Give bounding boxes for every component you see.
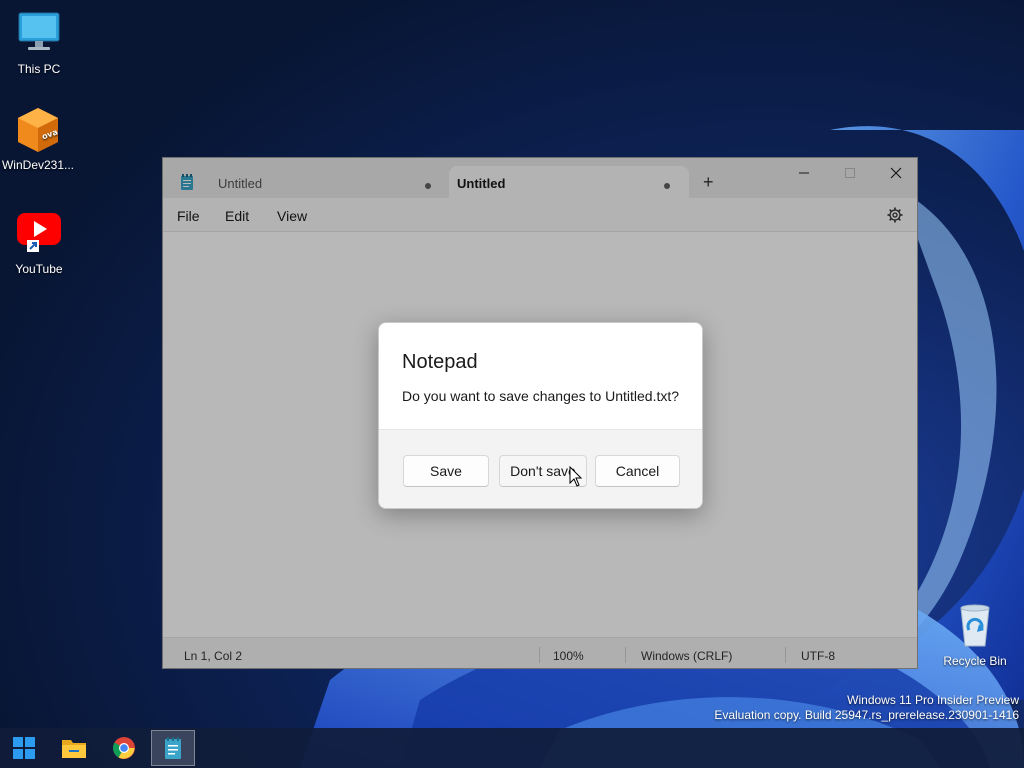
desktop-icon-youtube[interactable]: YouTube [1,210,77,276]
cancel-button[interactable]: Cancel [595,455,680,487]
notepad-icon [165,737,181,759]
start-button[interactable] [2,730,46,766]
taskbar [0,728,1024,768]
desktop-icon-label: Recycle Bin [943,654,1007,668]
desktop-icon-windev[interactable]: ova WinDev231... [0,106,76,172]
taskbar-file-explorer[interactable] [52,730,96,766]
dialog-message: Do you want to save changes to Untitled.… [402,388,680,404]
desktop-icon-this-pc[interactable]: This PC [1,10,77,76]
save-button[interactable]: Save [403,455,489,487]
taskbar-chrome[interactable] [102,730,146,766]
watermark-build: Evaluation copy. Build 25947.rs_prerelea… [714,708,1019,722]
monitor-icon [15,10,63,58]
desktop-icon-label: YouTube [15,262,63,276]
watermark-edition: Windows 11 Pro Insider Preview [847,693,1019,707]
file-explorer-icon [62,740,86,758]
save-changes-dialog: Notepad Do you want to save changes to U… [378,322,703,509]
dialog-button-bar: Save Don't save Cancel [379,429,702,508]
recycle-bin-icon [951,602,999,650]
chrome-icon [113,737,135,759]
desktop-icon-label: This PC [17,62,61,76]
start-icon [13,737,35,759]
youtube-icon [15,210,63,258]
desktop-icon-label: WinDev231... [1,158,75,172]
build-watermark: Windows 11 Pro Insider Preview Evaluatio… [714,693,1019,723]
ova-package-icon: ova [14,106,62,154]
taskbar-notepad[interactable] [151,730,195,766]
desktop-icon-recycle-bin[interactable]: Recycle Bin [937,602,1013,668]
mouse-pointer-icon [569,466,583,487]
dialog-title: Notepad [402,351,478,373]
